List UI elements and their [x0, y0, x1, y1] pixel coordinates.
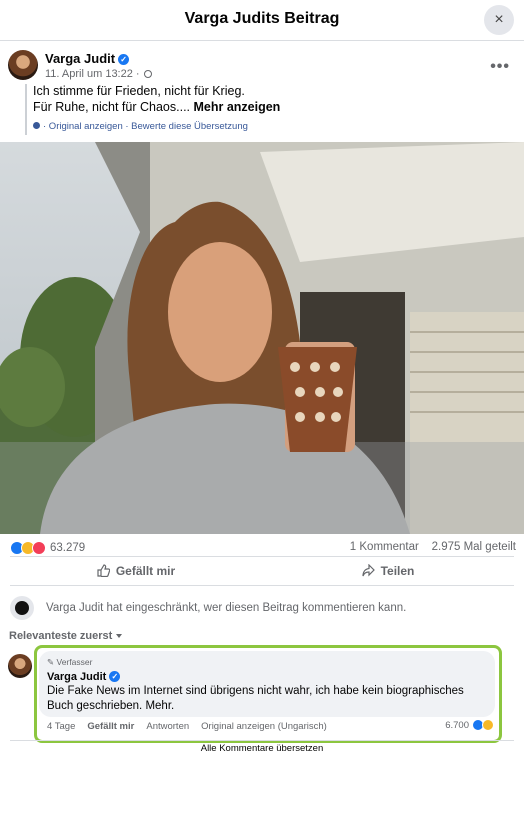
- stats-right: 1 Kommentar 2.975 Mal geteilt: [350, 541, 516, 553]
- comment-count[interactable]: 1 Kommentar: [350, 541, 419, 553]
- author-badge: ✎ Verfasser: [47, 657, 92, 668]
- share-icon: [361, 563, 375, 577]
- verified-icon: ✓: [109, 671, 121, 682]
- comment-author[interactable]: Varga Judit ✓: [47, 671, 121, 683]
- thumbs-up-icon: [97, 564, 111, 578]
- comment-actions: 4 Tage Gefällt mir Antworten Original an…: [47, 721, 327, 732]
- comment-age[interactable]: 4 Tage: [47, 721, 75, 732]
- post-stats: 63.279 1 Kommentar 2.975 Mal geteilt: [10, 541, 516, 557]
- comment-reply-button[interactable]: Antworten: [146, 721, 189, 732]
- post-header: Varga Judit ✓ 11. April um 13:22 · •••: [8, 50, 514, 84]
- post-actions: Gefällt mir Teilen: [10, 556, 514, 586]
- share-button-label: Teilen: [380, 564, 415, 578]
- post-text-line2: Für Ruhe, nicht für Chaos....: [33, 99, 191, 114]
- post-text-line: Ich stimme für Frieden, nicht für Krieg.: [33, 84, 245, 98]
- post-date-text[interactable]: 11. April um 13:22 ·: [45, 68, 140, 80]
- like-button[interactable]: Gefällt mir: [10, 564, 262, 578]
- comment-author-name[interactable]: Varga Judit: [47, 671, 106, 683]
- dialog-title: Varga Judits Beitrag: [184, 10, 340, 27]
- translate-all-comments-link[interactable]: Alle Kommentare übersetzen: [0, 743, 524, 754]
- reaction-summary[interactable]: 63.279: [10, 541, 85, 555]
- love-reaction-icon: [32, 541, 46, 555]
- close-button[interactable]: ×: [484, 5, 514, 35]
- photo-scene: [0, 142, 524, 534]
- share-count[interactable]: 2.975 Mal geteilt: [432, 541, 516, 553]
- translate-icon: [33, 122, 40, 129]
- show-original-button[interactable]: Original anzeigen (Ungarisch): [201, 721, 327, 732]
- like-button-label: Gefällt mir: [115, 564, 176, 578]
- chevron-down-icon: [116, 634, 123, 638]
- post-text-line: Für Ruhe, nicht für Chaos.... Mehr anzei…: [33, 100, 512, 116]
- post-author-name[interactable]: Varga Judit: [45, 51, 115, 66]
- comment-sort-dropdown[interactable]: Relevanteste zuerst: [9, 630, 123, 642]
- close-icon: ×: [494, 11, 504, 28]
- share-button[interactable]: Teilen: [262, 563, 514, 578]
- verified-icon: ✓: [118, 54, 130, 65]
- sort-label: Relevanteste zuerst: [9, 630, 113, 642]
- post-photo[interactable]: [0, 142, 524, 534]
- dialog-header: Varga Judits Beitrag ×: [0, 0, 524, 41]
- comment-like-button[interactable]: Gefällt mir: [87, 721, 134, 732]
- translation-links[interactable]: · Original anzeigen · Bewerte diese Über…: [43, 121, 248, 132]
- see-more-link[interactable]: Mehr anzeigen: [194, 100, 281, 114]
- restriction-text: Varga Judit hat eingeschränkt, wer diese…: [46, 602, 407, 614]
- post-author[interactable]: Varga Judit ✓: [45, 51, 130, 66]
- comment-avatar[interactable]: [8, 654, 32, 678]
- post-text: Ich stimme für Frieden, nicht für Krieg.…: [25, 84, 512, 135]
- divider: [10, 740, 514, 741]
- more-options-icon[interactable]: •••: [490, 58, 510, 76]
- pencil-icon: ✎: [47, 657, 55, 667]
- comment-text: Die Fake News im Internet sind übrigens …: [47, 685, 464, 712]
- translation-note: · Original anzeigen · Bewerte diese Über…: [33, 119, 512, 135]
- comment-reaction-count: 6.700: [445, 719, 469, 731]
- haha-reaction-icon: [482, 719, 494, 731]
- avatar[interactable]: [8, 50, 38, 80]
- post-date[interactable]: 11. April um 13:22 ·: [45, 68, 152, 80]
- comment-reactions[interactable]: 6.700: [445, 719, 494, 731]
- restricted-avatar-icon: [10, 596, 34, 620]
- privacy-icon[interactable]: [143, 70, 152, 78]
- comment-restriction-notice: Varga Judit hat eingeschränkt, wer diese…: [10, 595, 406, 621]
- reaction-count[interactable]: 63.279: [50, 542, 85, 554]
- author-badge-label: Verfasser: [56, 657, 93, 667]
